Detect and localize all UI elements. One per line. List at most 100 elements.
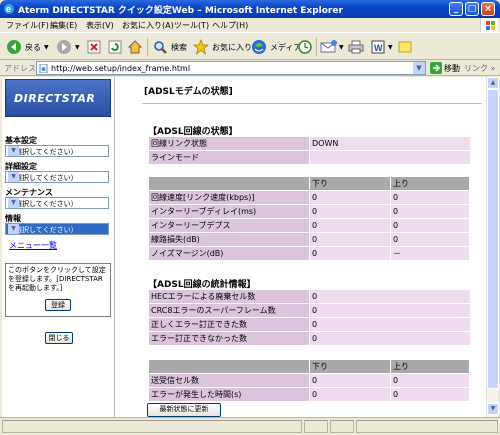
history-button[interactable] (297, 39, 313, 55)
forward-dropdown-icon[interactable]: ▼ (75, 44, 80, 51)
status-cell (304, 420, 328, 433)
row-label: CRC8エラーのスーパーフレーム数 (149, 304, 309, 317)
zone-cell (356, 420, 498, 433)
menu-favorites[interactable]: お気に入り(A) (122, 20, 174, 31)
mail-dropdown-icon[interactable]: ▼ (339, 44, 344, 51)
minimize-button[interactable]: _ (449, 2, 463, 16)
status-cell (330, 420, 354, 433)
go-label: 移動 (444, 63, 460, 73)
address-dropdown-icon[interactable]: ▼ (413, 62, 425, 74)
row-down: 0 (310, 205, 390, 218)
row-label: HECエラーによる廃棄セル数 (149, 290, 309, 303)
address-input[interactable]: http://web.setup/index_frame.html ▼ (36, 61, 426, 75)
line-status-table: 回線リンク状態 DOWN ラインモード (148, 136, 471, 165)
row-label: ラインモード (149, 151, 309, 164)
row-down: 0 (310, 233, 390, 246)
row-up: 0 (391, 374, 469, 387)
stats-table: HECエラーによる廃棄セル数 0 CRC8エラーのスーパーフレーム数 0 正しく… (148, 289, 471, 346)
discuss-button[interactable] (397, 39, 413, 55)
table-row: HECエラーによる廃棄セル数 0 (149, 290, 470, 303)
close-window-button[interactable]: × (481, 2, 495, 16)
row-value: 0 (310, 304, 470, 317)
address-url: http://web.setup/index_frame.html (51, 64, 191, 73)
stop-icon (87, 40, 101, 54)
go-arrow-icon (430, 62, 442, 74)
page-title: [ADSLモデムの状態] (144, 87, 233, 97)
home-icon (127, 40, 143, 54)
close-button[interactable]: 閉じる (45, 332, 73, 344)
menu-list-link[interactable]: メニュー一覧 (9, 240, 57, 251)
row-up: 0 (391, 205, 469, 218)
chevron-down-icon: ▼ (8, 172, 19, 182)
menu-help[interactable]: ヘルプ(H) (212, 20, 248, 31)
basic-settings-select[interactable]: （選択してください） ▼ (5, 145, 109, 157)
table-row: インターリーブデプス 0 0 (149, 219, 469, 232)
page-icon (39, 64, 48, 73)
register-info-text: このボタンをクリックして設定を登録します。[DIRECTSTARを再起動します。… (8, 266, 106, 292)
forward-button[interactable]: ▼ (56, 39, 80, 55)
scroll-down-icon[interactable]: ▼ (487, 403, 499, 415)
address-bar: アドレス(D) http://web.setup/index_frame.htm… (0, 60, 500, 76)
basic-settings-label: 基本設定 (5, 136, 37, 145)
search-label: 検索 (171, 42, 187, 52)
menu-file[interactable]: ファイル(F) (6, 20, 49, 31)
scroll-up-icon[interactable]: ▲ (487, 77, 499, 89)
window-title: Aterm DIRECTSTAR クイック設定Web – Microsoft I… (18, 6, 343, 16)
back-label: 戻る (25, 42, 41, 52)
toolbar: 戻る ▼ ▼ 検索 お気に入り メディア ▼ W ▼ (0, 32, 500, 60)
refresh-icon (108, 40, 122, 54)
menu-edit[interactable]: 編集(E) (50, 20, 77, 31)
header-down: 下り (310, 177, 390, 190)
row-label: ノイズマージン(dB) (149, 247, 309, 260)
toolbar-separator (316, 38, 317, 56)
back-dropdown-icon[interactable]: ▼ (44, 44, 49, 51)
go-button[interactable]: 移動 (430, 62, 460, 74)
header-up: 上り (391, 360, 469, 373)
edit-dropdown-icon[interactable]: ▼ (388, 44, 393, 51)
printer-icon (348, 40, 364, 54)
menu-view[interactable]: 表示(V) (86, 20, 114, 31)
mail-icon (320, 40, 337, 53)
maintenance-group: メンテナンス （選択してください） ▼ (5, 187, 109, 209)
row-value: DOWN (310, 137, 470, 150)
scroll-thumb[interactable] (487, 89, 499, 389)
chevron-down-icon: ▼ (8, 198, 19, 208)
row-down: 0 (310, 374, 390, 387)
info-select[interactable]: （選択してください） ▼ (5, 223, 109, 235)
advanced-settings-select[interactable]: （選択してください） ▼ (5, 171, 109, 183)
links-toolbar[interactable]: リンク » (464, 63, 495, 74)
favorites-button[interactable]: お気に入り (193, 39, 252, 55)
refresh-status-button[interactable]: 最新状態に更新 (147, 403, 221, 417)
maintenance-select[interactable]: （選択してください） ▼ (5, 197, 109, 209)
row-label: 送受信セル数 (149, 374, 309, 387)
header-empty (149, 360, 309, 373)
vertical-scrollbar[interactable]: ▲ ▼ (486, 77, 499, 417)
maximize-button[interactable]: □ (465, 2, 479, 16)
back-button[interactable]: 戻る ▼ (6, 39, 49, 55)
row-down: 0 (310, 247, 390, 260)
row-value: 0 (310, 318, 470, 331)
search-button[interactable]: 検索 (152, 39, 187, 55)
row-up: 0 (391, 233, 469, 246)
row-label: インターリーブデプス (149, 219, 309, 232)
print-button[interactable] (348, 39, 364, 55)
menu-tools[interactable]: ツール(T) (174, 20, 209, 31)
edit-word-button[interactable]: W ▼ (370, 39, 393, 55)
mail-button[interactable]: ▼ (320, 39, 344, 55)
table-header-row: 下り 上り (149, 360, 469, 373)
advanced-settings-label: 詳細設定 (5, 162, 37, 171)
home-button[interactable] (127, 39, 143, 55)
row-down: 0 (310, 388, 390, 401)
row-down: 0 (310, 219, 390, 232)
refresh-button[interactable] (107, 39, 123, 55)
media-button[interactable]: メディア (251, 39, 301, 55)
register-button[interactable]: 登録 (45, 299, 71, 311)
table-row: CRC8エラーのスーパーフレーム数 0 (149, 304, 470, 317)
directstar-logo: DIRECTSTAR (5, 79, 111, 117)
word-icon: W (371, 40, 385, 54)
chevron-down-icon: ▼ (8, 224, 19, 234)
stop-button[interactable] (86, 39, 102, 55)
windows-logo-icon (480, 18, 498, 32)
table-row: エラー訂正できなかった数 0 (149, 332, 470, 345)
row-label: エラー訂正できなかった数 (149, 332, 309, 345)
